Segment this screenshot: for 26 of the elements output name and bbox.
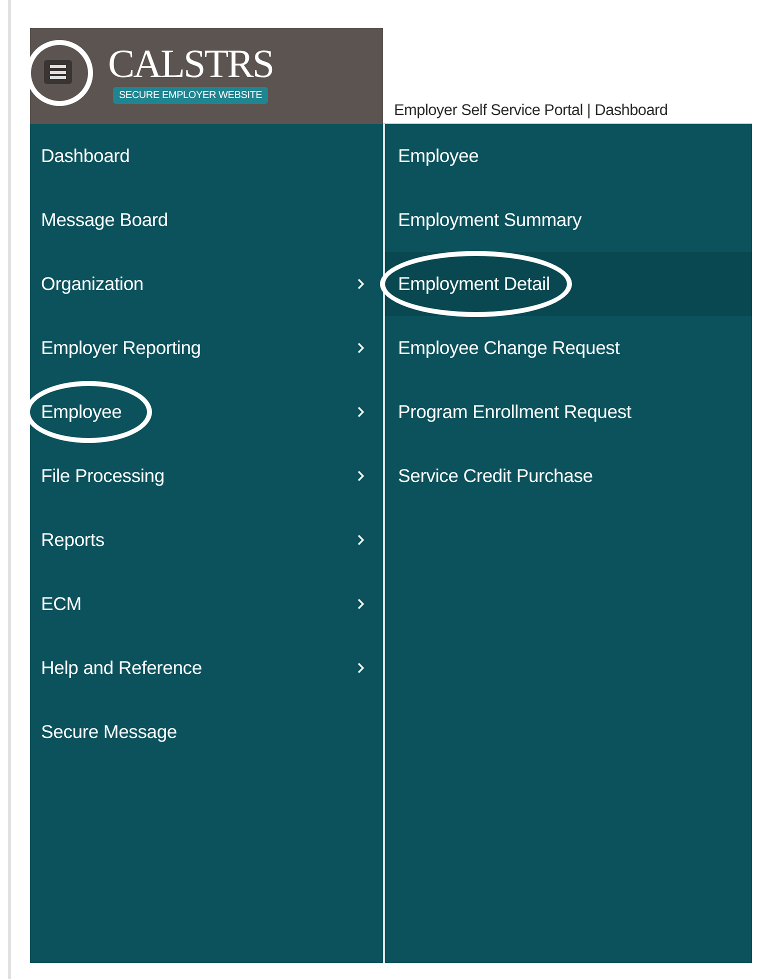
menu-item[interactable]: File Processing [30,444,383,508]
menu-item[interactable]: Reports [30,508,383,572]
submenu-item[interactable]: Program Enrollment Request [385,380,752,444]
chevron-icon [357,662,365,674]
submenu-item[interactable]: Employee Change Request [385,316,752,380]
menu-item[interactable]: Employer Reporting [30,316,383,380]
menu-button[interactable] [44,60,72,84]
menu-item[interactable]: Message Board [30,188,383,252]
menu-item[interactable]: ECM [30,572,383,636]
submenu-item[interactable]: Service Credit Purchase [385,444,752,508]
submenu-item[interactable]: Employee [385,124,752,188]
menu-item[interactable]: Employee [30,380,383,444]
menu-item[interactable]: Dashboard [30,124,383,188]
chevron-icon [357,598,365,610]
chevron-icon [357,278,365,290]
logo-tagline: SECURE EMPLOYER WEBSITE [112,87,268,104]
chevron-icon [357,406,365,418]
menu-item[interactable]: Help and Reference [30,636,383,700]
breadcrumb: Employer Self Service Portal | Dashboard [394,102,668,120]
chevron-icon [357,342,365,354]
logo-wordmark: CALSTRS [108,42,274,86]
menu-item[interactable]: Organization [30,252,383,316]
submenu-item[interactable]: Employment Summary [385,188,752,252]
chevron-icon [357,470,365,482]
chevron-icon [357,534,365,546]
menu-item[interactable]: Secure Message [30,700,383,764]
